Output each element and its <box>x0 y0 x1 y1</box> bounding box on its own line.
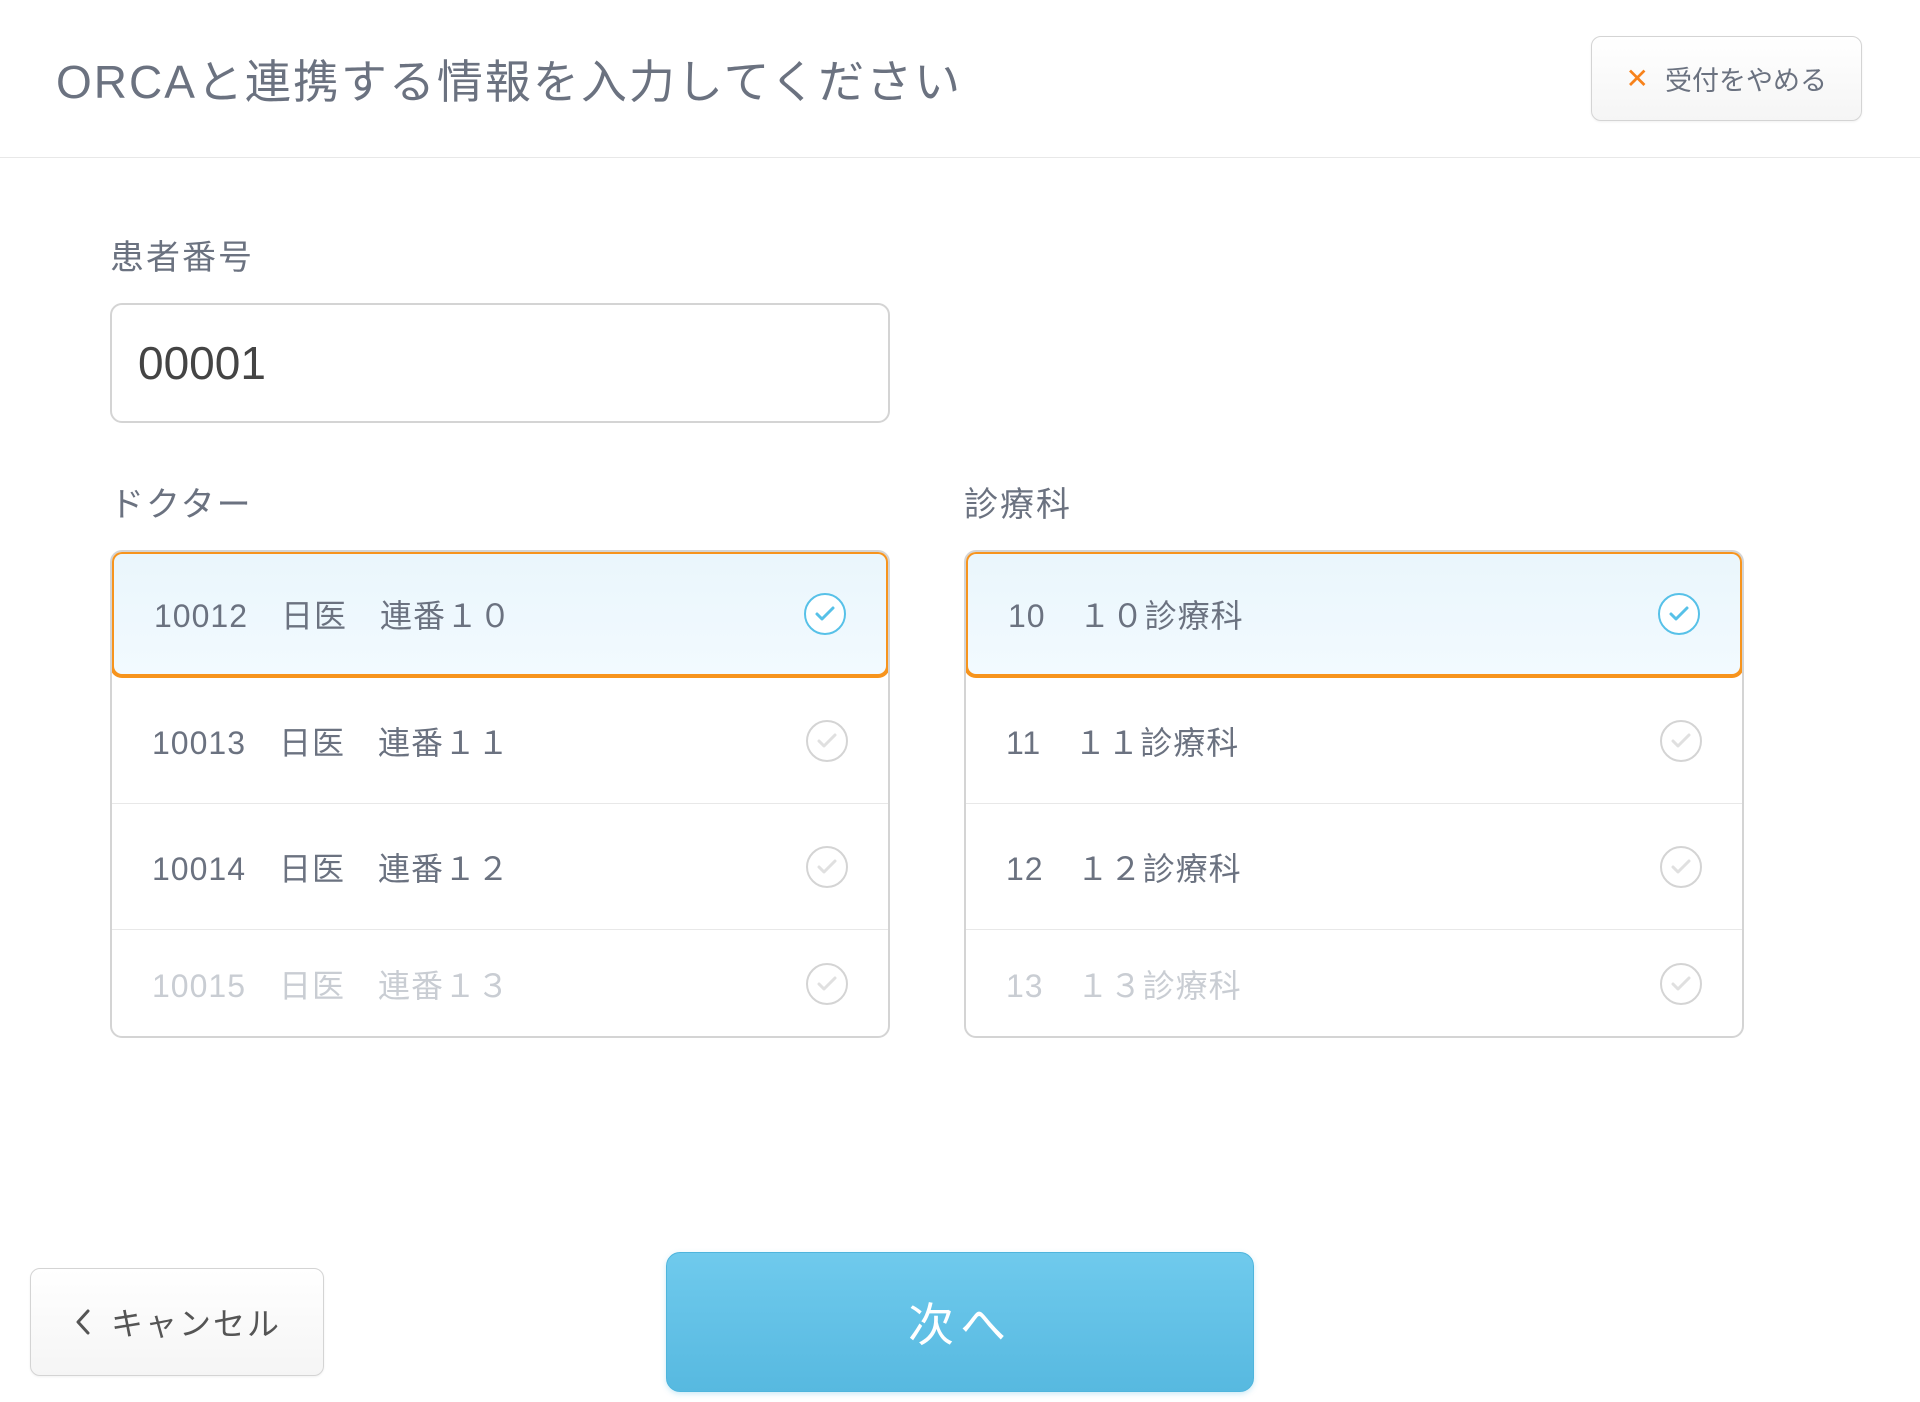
patient-number-input[interactable] <box>110 303 890 423</box>
list-item[interactable]: 10015 日医 連番１３ <box>112 930 888 1038</box>
form-content: 患者番号 ドクター 10012 日医 連番１０ 10013 日医 連番１１ <box>0 158 1920 1038</box>
cancel-label: キャンセル <box>111 1299 281 1345</box>
checkmark-icon <box>1660 846 1702 888</box>
list-item-label: 11 １１診療科 <box>1006 718 1239 764</box>
department-list[interactable]: 10 １０診療科 11 １１診療科 12 １２診 <box>964 550 1744 1038</box>
doctor-list[interactable]: 10012 日医 連番１０ 10013 日医 連番１１ <box>110 550 890 1038</box>
checkmark-icon <box>806 846 848 888</box>
list-item-label: 13 １３診療科 <box>1006 961 1242 1007</box>
doctor-label: ドクター <box>110 477 890 526</box>
checkmark-icon <box>804 593 846 635</box>
department-label: 診療科 <box>964 477 1744 526</box>
list-item[interactable]: 12 １２診療科 <box>966 804 1742 930</box>
patient-number-label: 患者番号 <box>110 230 1810 279</box>
checkmark-icon <box>806 720 848 762</box>
list-item-label: 12 １２診療科 <box>1006 844 1242 890</box>
list-item-label: 10 １０診療科 <box>1008 591 1244 637</box>
list-item[interactable]: 10014 日医 連番１２ <box>112 804 888 930</box>
checkmark-icon <box>1658 593 1700 635</box>
list-item[interactable]: 10013 日医 連番１１ <box>112 678 888 804</box>
doctor-column: ドクター 10012 日医 連番１０ 10013 日医 連番１１ <box>110 477 890 1038</box>
next-button[interactable]: 次へ <box>666 1252 1254 1392</box>
cancel-button[interactable]: キャンセル <box>30 1268 324 1376</box>
list-item-label: 10012 日医 連番１０ <box>154 591 512 637</box>
checkmark-icon <box>806 963 848 1005</box>
list-item-label: 10015 日医 連番１３ <box>152 961 510 1007</box>
page-title: ORCAと連携する情報を入力してください <box>56 46 962 112</box>
list-item-label: 10013 日医 連番１１ <box>152 718 510 764</box>
footer: キャンセル 次へ <box>0 1268 1920 1376</box>
lists-row: ドクター 10012 日医 連番１０ 10013 日医 連番１１ <box>110 477 1810 1038</box>
checkmark-icon <box>1660 720 1702 762</box>
list-item[interactable]: 13 １３診療科 <box>966 930 1742 1038</box>
header: ORCAと連携する情報を入力してください ✕ 受付をやめる <box>0 0 1920 158</box>
chevron-left-icon <box>73 1308 93 1336</box>
list-item[interactable]: 10012 日医 連番１０ <box>110 550 890 678</box>
list-item[interactable]: 10 １０診療科 <box>964 550 1744 678</box>
checkmark-icon <box>1660 963 1702 1005</box>
list-item[interactable]: 11 １１診療科 <box>966 678 1742 804</box>
department-column: 診療科 10 １０診療科 11 １１診療科 <box>964 477 1744 1038</box>
stop-reception-button[interactable]: ✕ 受付をやめる <box>1591 36 1862 121</box>
stop-reception-label: 受付をやめる <box>1665 59 1827 98</box>
list-item-label: 10014 日医 連番１２ <box>152 844 510 890</box>
close-icon: ✕ <box>1626 62 1649 95</box>
